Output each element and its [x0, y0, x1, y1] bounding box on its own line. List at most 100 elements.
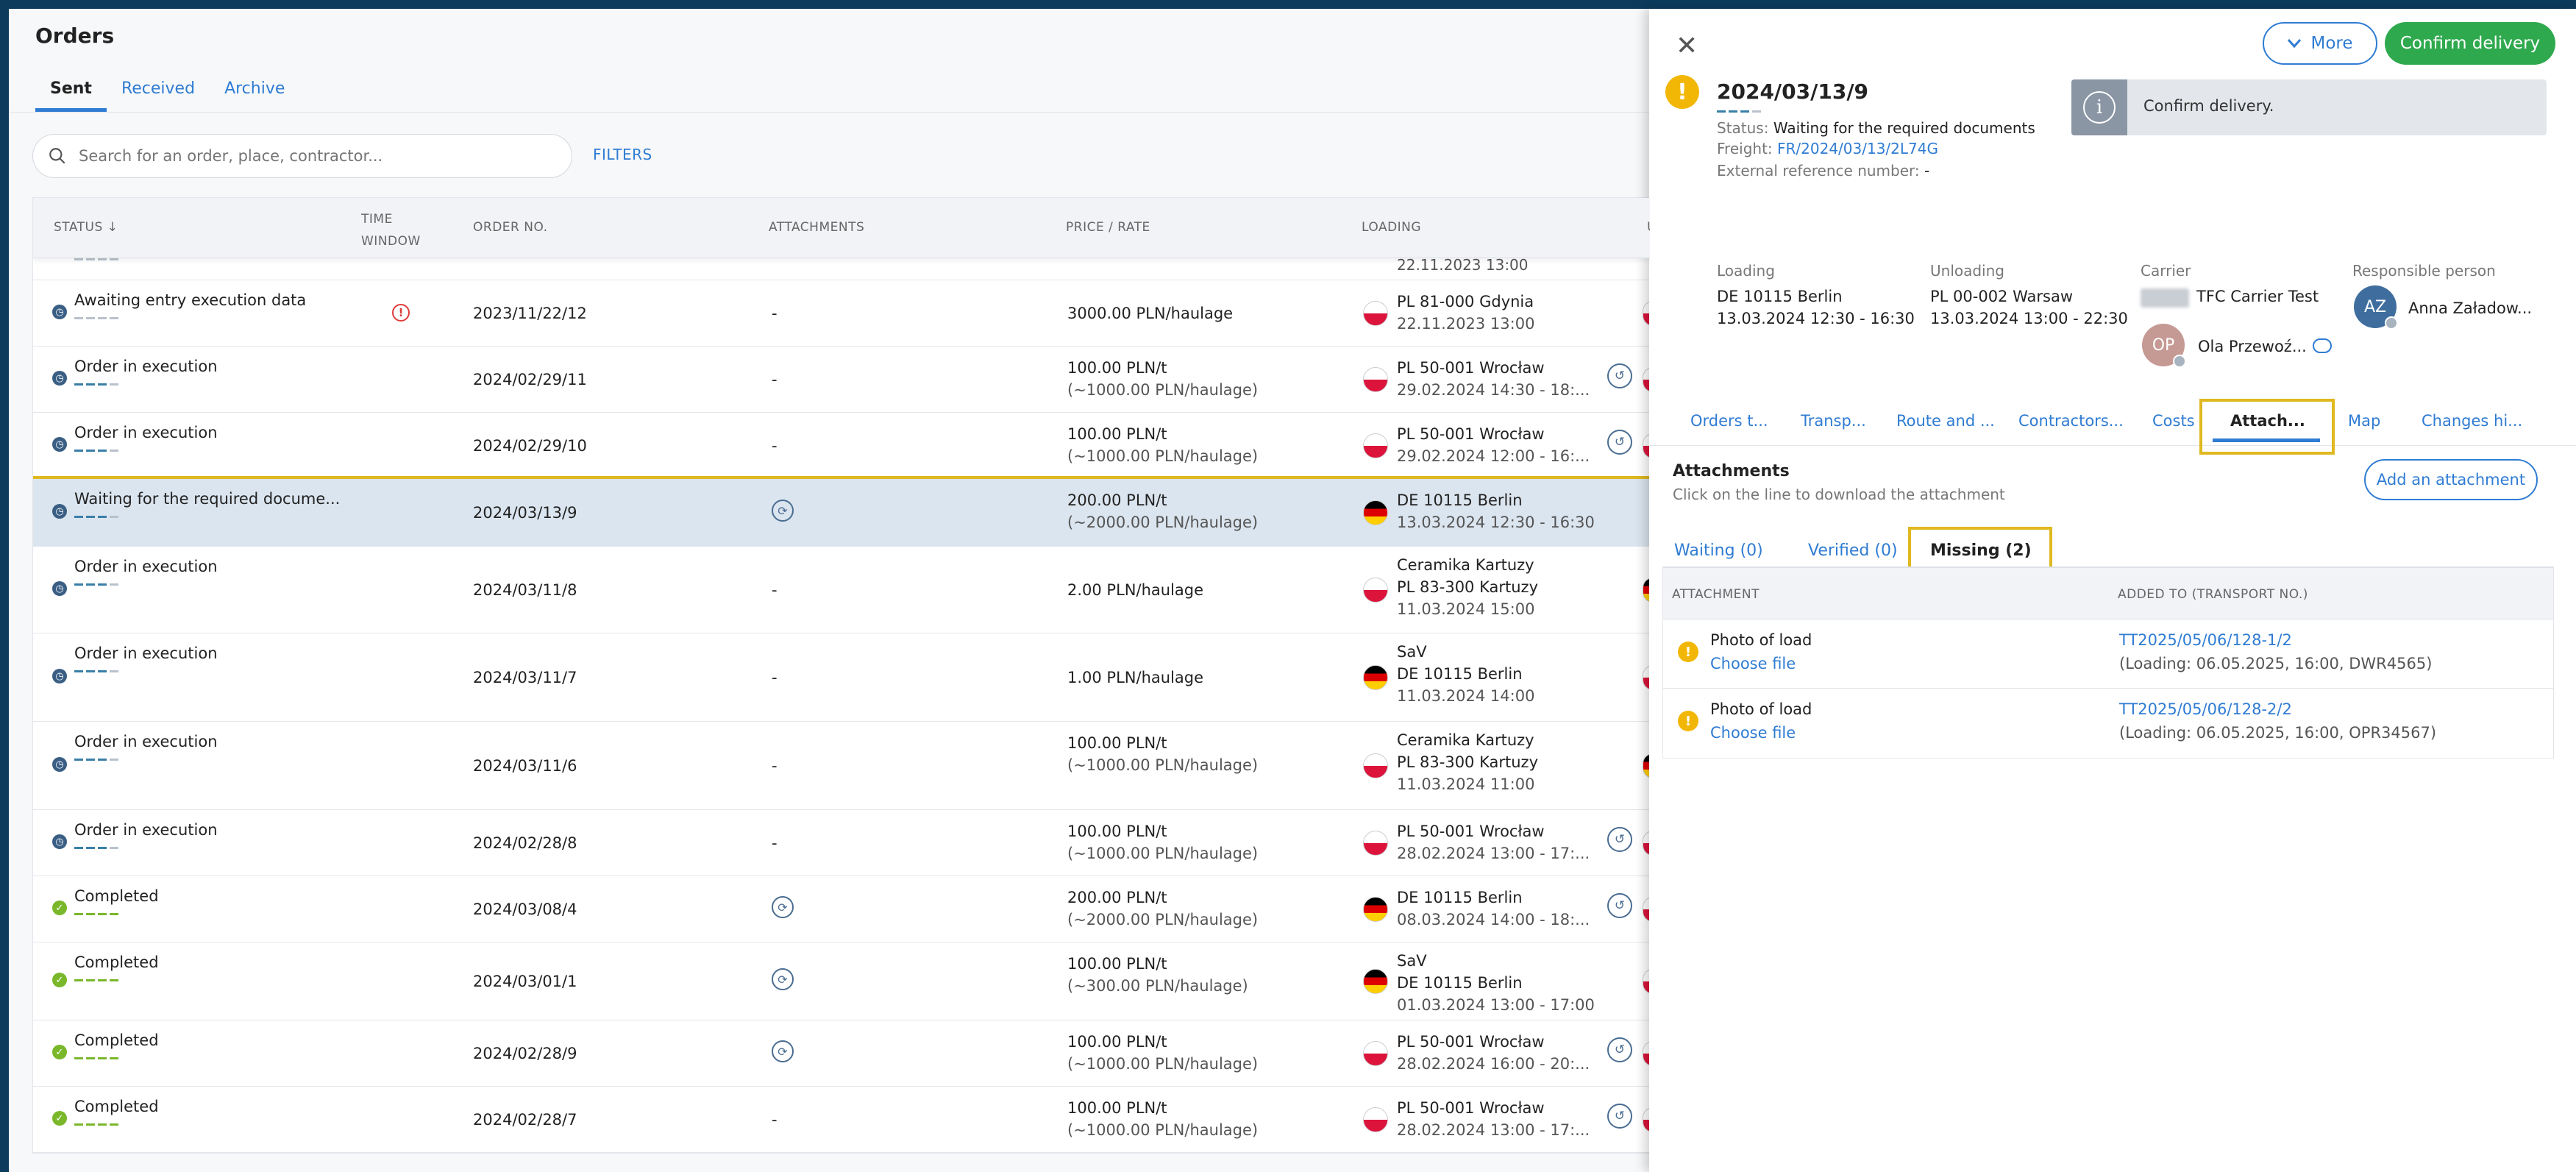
tab-received[interactable]: Received: [107, 72, 210, 112]
loading-place: DE 10115 Berlin: [1717, 288, 1843, 305]
check-circle-icon: ✓: [52, 901, 67, 915]
attachments-value: -: [772, 834, 778, 852]
orders-view: Orders Sent Received Archive FILTERS STA…: [9, 9, 1651, 1172]
chevron-down-icon: [2288, 39, 2302, 49]
table-row[interactable]: ! Photo of load Choose file TT2025/05/06…: [1663, 619, 2553, 689]
info-icon: i: [2083, 91, 2116, 124]
tab-archive[interactable]: Archive: [210, 72, 299, 112]
table-row[interactable]: ! Photo of load Choose file TT2025/05/06…: [1663, 689, 2553, 758]
clock-icon: ◷: [52, 581, 67, 596]
attachment-name: Photo of load: [1710, 631, 1812, 649]
order-number: 2024/02/29/11: [473, 371, 587, 388]
status-label: Status:: [1717, 119, 1769, 137]
loading-time: 22.11.2023 13:00: [1397, 315, 1535, 333]
price-rate: 100.00 PLN/t: [1067, 823, 1167, 840]
tab-map[interactable]: Map: [2348, 412, 2380, 430]
price-haulage: (~1000.00 PLN/haulage): [1067, 1055, 1259, 1073]
order-number: 2024/02/28/7: [473, 1111, 577, 1129]
close-icon[interactable]: ✕: [1676, 31, 1698, 61]
orders-table: STATUS ↓ TIME WINDOW ORDER NO. ATTACHMENT…: [32, 197, 1651, 1154]
tab-transport[interactable]: Transp...: [1801, 412, 1866, 430]
col-added-to: ADDED TO (TRANSPORT NO.): [2118, 587, 2308, 602]
tab-costs[interactable]: Costs: [2152, 412, 2195, 430]
tab-sent[interactable]: Sent: [35, 72, 107, 112]
freight-link[interactable]: FR/2024/03/13/2L74G: [1777, 140, 1938, 157]
external-ref-label: External reference number:: [1717, 162, 1920, 180]
clock-icon: ◷: [52, 371, 67, 386]
confirm-delivery-button[interactable]: Confirm delivery: [2385, 22, 2555, 65]
more-button[interactable]: More: [2263, 22, 2377, 65]
table-row[interactable]: ◷ Order in execution 2024/02/28/8 - 100.00 P…: [33, 810, 1650, 876]
carrier-name: TFC Carrier Test: [2196, 288, 2319, 305]
add-attachment-button[interactable]: Add an attachment: [2364, 459, 2538, 500]
table-row[interactable]: ◷ Awaiting entry execution data! 2023/11/2…: [33, 280, 1650, 347]
more-button-label: More: [2310, 34, 2353, 53]
attachment-icon[interactable]: ⟳: [772, 1040, 794, 1062]
table-row[interactable]: ✓ Completed 2024/03/01/1 ⟳ 100.00 PLN/t (~300…: [33, 942, 1650, 1020]
unloading-time: 13.03.2024 13:00 - 22:30: [1930, 310, 2128, 327]
table-row[interactable]: ✓ Completed 2024/02/28/7 - 100.00 PLN/t (~100…: [33, 1087, 1650, 1153]
table-row[interactable]: ◷ Order in execution 2024/02/29/11 - 100.00 …: [33, 347, 1650, 413]
subtab-waiting[interactable]: Waiting (0): [1674, 541, 1763, 560]
transport-detail: (Loading: 06.05.2025, 16:00, DWR4565): [2119, 655, 2433, 672]
choose-file-link[interactable]: Choose file: [1710, 655, 1796, 672]
filters-link[interactable]: FILTERS: [593, 146, 652, 163]
chat-icon[interactable]: [2313, 338, 2332, 353]
progress-dashes: [74, 670, 118, 672]
attachment-icon[interactable]: ⟳: [772, 500, 794, 522]
responsible-label: Responsible person: [2352, 262, 2496, 280]
loading-time: 13.03.2024 12:30 - 16:30: [1717, 310, 1915, 327]
transport-link[interactable]: TT2025/05/06/128-2/2: [2119, 700, 2292, 718]
progress-dashes: [74, 1057, 118, 1059]
table-row[interactable]: ◷ Order in execution 2024/03/11/8 - 2.00 PLN…: [33, 547, 1650, 633]
clock-icon: ◷: [52, 669, 67, 683]
history-icon[interactable]: ↺: [1607, 893, 1632, 918]
history-icon[interactable]: ↺: [1607, 363, 1632, 388]
history-icon[interactable]: ↺: [1607, 827, 1632, 852]
price-haulage: (~1000.00 PLN/haulage): [1067, 1121, 1259, 1139]
tab-changes-history[interactable]: Changes hi...: [2422, 412, 2522, 430]
price-haulage: (~2000.00 PLN/haulage): [1067, 514, 1259, 531]
tab-contractors[interactable]: Contractors...: [2018, 412, 2124, 430]
table-row-selected[interactable]: ◷ Waiting for the required docume... 2024/…: [33, 476, 1650, 550]
flag-poland-icon: [1363, 301, 1388, 326]
loading-place: DE 10115 Berlin: [1397, 665, 1523, 683]
col-status[interactable]: STATUS ↓: [54, 220, 118, 235]
progress-dashes: [74, 317, 118, 319]
loading-place: PL 81-000 Gdynia: [1397, 293, 1534, 310]
table-row[interactable]: ✓ Completed 2024/03/08/4 ⟳ 200.00 PLN/t (~200…: [33, 876, 1650, 942]
tab-route[interactable]: Route and ...: [1896, 412, 1995, 430]
history-icon[interactable]: ↺: [1607, 1037, 1632, 1062]
attachments-value: -: [772, 1111, 778, 1129]
table-row[interactable]: ✓ Completed 2024/02/28/9 ⟳ 100.00 PLN/t (~100…: [33, 1020, 1650, 1087]
col-order-no: ORDER NO.: [473, 220, 548, 235]
table-row-partial[interactable]: 22.11.2023 13:00: [33, 256, 1650, 280]
subtab-verified[interactable]: Verified (0): [1808, 541, 1898, 560]
loading-place: DE 10115 Berlin: [1397, 974, 1523, 992]
loading-place: PL 83-300 Kartuzy: [1397, 753, 1538, 771]
history-icon[interactable]: ↺: [1607, 430, 1632, 455]
table-row[interactable]: ◷ Order in execution 2024/02/29/10 - 100.00 …: [33, 413, 1650, 479]
transport-link[interactable]: TT2025/05/06/128-1/2: [2119, 631, 2292, 649]
table-row[interactable]: ◷ Order in execution 2024/03/11/6 - 100.00 P…: [33, 722, 1650, 810]
external-ref-line: External reference number: -: [1717, 162, 1929, 180]
search-input[interactable]: [79, 147, 549, 165]
price-rate: 100.00 PLN/t: [1067, 1033, 1167, 1051]
status-text: Awaiting entry execution data: [74, 291, 307, 309]
avatar[interactable]: OP: [2142, 324, 2186, 368]
status-text: Order in execution: [74, 358, 218, 375]
status-text: Completed: [74, 887, 159, 905]
alert-icon[interactable]: !: [392, 304, 410, 322]
flag-germany-icon: [1363, 969, 1388, 994]
attachment-icon[interactable]: ⟳: [772, 968, 794, 990]
choose-file-link[interactable]: Choose file: [1710, 724, 1796, 742]
loading-place: PL 50-001 Wrocław: [1397, 359, 1545, 377]
tab-orders[interactable]: Orders t...: [1690, 412, 1768, 430]
attachment-icon[interactable]: ⟳: [772, 896, 794, 918]
order-number: 2024/03/13/9: [473, 504, 577, 522]
avatar[interactable]: AZ: [2354, 285, 2398, 330]
search-box[interactable]: [32, 134, 572, 178]
history-icon[interactable]: ↺: [1607, 1104, 1632, 1129]
table-row[interactable]: ◷ Order in execution 2024/03/11/7 - 1.00 PLN…: [33, 633, 1650, 722]
status-text: Order in execution: [74, 644, 218, 662]
